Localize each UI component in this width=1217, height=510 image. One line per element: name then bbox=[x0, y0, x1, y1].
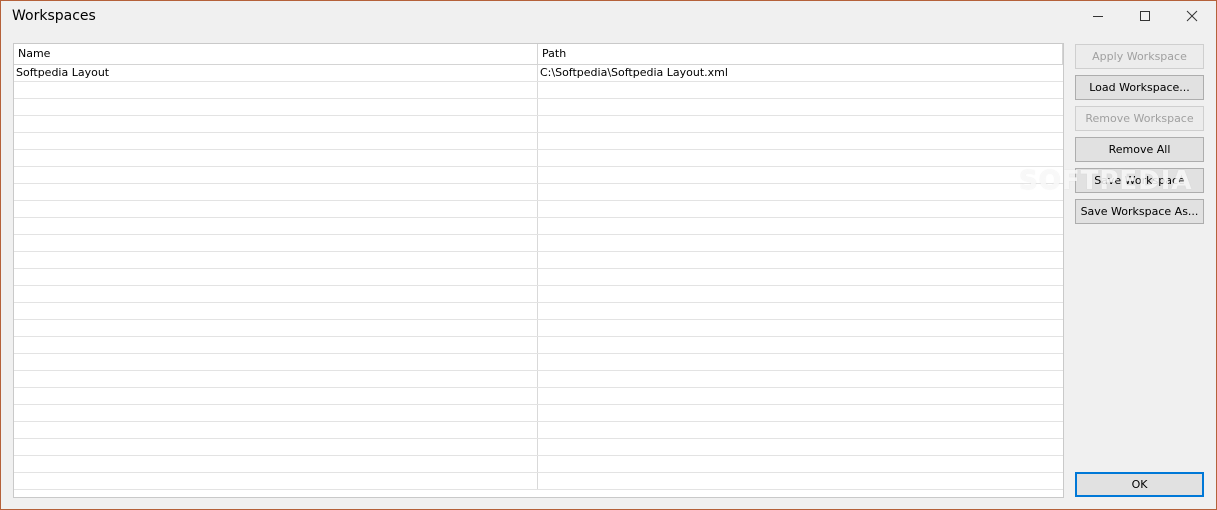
cell-path bbox=[538, 133, 1063, 149]
cell-name: Softpedia Layout bbox=[14, 65, 538, 81]
empty-row[interactable] bbox=[14, 218, 1063, 235]
empty-row[interactable] bbox=[14, 269, 1063, 286]
minimize-icon bbox=[1093, 16, 1103, 17]
maximize-icon bbox=[1140, 11, 1150, 21]
cell-path bbox=[538, 439, 1063, 455]
column-header-path[interactable]: Path bbox=[538, 44, 1063, 64]
cell-name bbox=[14, 337, 538, 353]
ok-button[interactable]: OK bbox=[1075, 472, 1204, 497]
column-header-name[interactable]: Name bbox=[14, 44, 538, 64]
empty-row[interactable] bbox=[14, 422, 1063, 439]
cell-name bbox=[14, 286, 538, 302]
cell-path bbox=[538, 371, 1063, 387]
cell-path bbox=[538, 218, 1063, 234]
cell-name bbox=[14, 439, 538, 455]
empty-row[interactable] bbox=[14, 184, 1063, 201]
empty-row[interactable] bbox=[14, 133, 1063, 150]
cell-path bbox=[538, 184, 1063, 200]
close-icon bbox=[1186, 10, 1198, 22]
save-workspace-button[interactable]: Save Workspace bbox=[1075, 168, 1204, 193]
empty-row[interactable] bbox=[14, 337, 1063, 354]
title-bar: Workspaces bbox=[1, 1, 1216, 33]
cell-path bbox=[538, 269, 1063, 285]
cell-path bbox=[538, 99, 1063, 115]
cell-path bbox=[538, 150, 1063, 166]
empty-row[interactable] bbox=[14, 354, 1063, 371]
empty-row[interactable] bbox=[14, 99, 1063, 116]
empty-row[interactable] bbox=[14, 473, 1063, 490]
cell-path bbox=[538, 320, 1063, 336]
cell-name bbox=[14, 371, 538, 387]
cell-name bbox=[14, 184, 538, 200]
cell-path bbox=[538, 354, 1063, 370]
remove-workspace-button[interactable]: Remove Workspace bbox=[1075, 106, 1204, 131]
cell-name bbox=[14, 167, 538, 183]
cell-path bbox=[538, 405, 1063, 421]
table-row[interactable]: Softpedia Layout C:\Softpedia\Softpedia L… bbox=[14, 65, 1063, 82]
empty-row[interactable] bbox=[14, 116, 1063, 133]
cell-name bbox=[14, 269, 538, 285]
cell-name bbox=[14, 405, 538, 421]
empty-row[interactable] bbox=[14, 150, 1063, 167]
cell-path bbox=[538, 286, 1063, 302]
apply-workspace-button[interactable]: Apply Workspace bbox=[1075, 44, 1204, 69]
empty-row[interactable] bbox=[14, 456, 1063, 473]
empty-row[interactable] bbox=[14, 439, 1063, 456]
cell-name bbox=[14, 303, 538, 319]
cell-name bbox=[14, 320, 538, 336]
empty-row[interactable] bbox=[14, 320, 1063, 337]
close-button[interactable] bbox=[1169, 1, 1215, 31]
cell-name bbox=[14, 150, 538, 166]
cell-name bbox=[14, 99, 538, 115]
cell-name bbox=[14, 422, 538, 438]
cell-name bbox=[14, 82, 538, 98]
cell-path bbox=[538, 456, 1063, 472]
empty-row[interactable] bbox=[14, 286, 1063, 303]
cell-name bbox=[14, 218, 538, 234]
cell-path bbox=[538, 116, 1063, 132]
empty-row[interactable] bbox=[14, 235, 1063, 252]
empty-row[interactable] bbox=[14, 201, 1063, 218]
cell-path bbox=[538, 82, 1063, 98]
empty-row[interactable] bbox=[14, 167, 1063, 184]
cell-path bbox=[538, 201, 1063, 217]
cell-path bbox=[538, 252, 1063, 268]
cell-path bbox=[538, 473, 1063, 489]
empty-row[interactable] bbox=[14, 371, 1063, 388]
cell-name bbox=[14, 201, 538, 217]
cell-name bbox=[14, 116, 538, 132]
workspaces-dialog: Workspaces Name Path Softpedia Layout C:\… bbox=[0, 0, 1217, 510]
empty-row[interactable] bbox=[14, 405, 1063, 422]
window-title: Workspaces bbox=[12, 8, 96, 24]
workspaces-grid[interactable]: Name Path Softpedia Layout C:\Softpedia\S… bbox=[13, 43, 1064, 498]
cell-name bbox=[14, 133, 538, 149]
minimize-button[interactable] bbox=[1075, 1, 1121, 31]
cell-path bbox=[538, 303, 1063, 319]
cell-path bbox=[538, 388, 1063, 404]
cell-name bbox=[14, 456, 538, 472]
cell-path bbox=[538, 422, 1063, 438]
empty-row[interactable] bbox=[14, 252, 1063, 269]
grid-rows: Softpedia Layout C:\Softpedia\Softpedia L… bbox=[14, 65, 1063, 490]
cell-path bbox=[538, 167, 1063, 183]
remove-all-workspaces-button[interactable]: Remove All Workspaces bbox=[1075, 137, 1204, 179]
maximize-button[interactable] bbox=[1122, 1, 1168, 31]
empty-row[interactable] bbox=[14, 82, 1063, 99]
grid-header: Name Path bbox=[14, 44, 1063, 65]
cell-name bbox=[14, 235, 538, 251]
cell-path: C:\Softpedia\Softpedia Layout.xml bbox=[540, 66, 728, 79]
load-workspace-button[interactable]: Load Workspace... bbox=[1075, 75, 1204, 100]
cell-path bbox=[538, 337, 1063, 353]
cell-name bbox=[14, 354, 538, 370]
cell-name bbox=[14, 252, 538, 268]
empty-row[interactable] bbox=[14, 388, 1063, 405]
empty-row[interactable] bbox=[14, 303, 1063, 320]
cell-name bbox=[14, 473, 538, 489]
cell-name bbox=[14, 388, 538, 404]
cell-path bbox=[538, 235, 1063, 251]
save-workspace-as-button[interactable]: Save Workspace As... bbox=[1075, 199, 1204, 224]
